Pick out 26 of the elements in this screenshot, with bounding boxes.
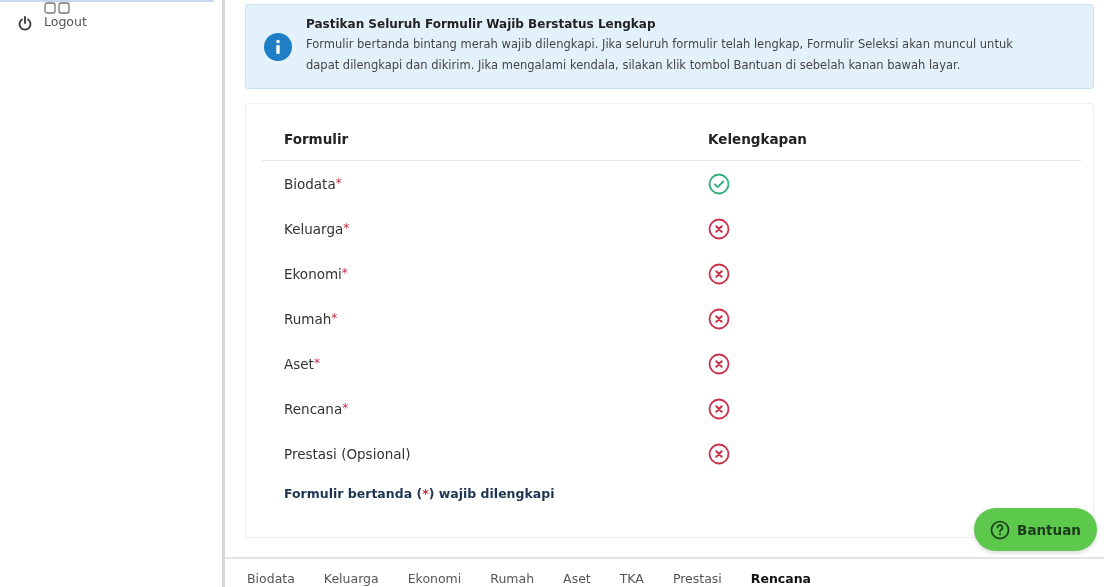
form-name: Rencana$^{*}$ [284,400,350,417]
form-name: Biodata$^{*}$ [284,175,343,192]
form-name: Keluarga$^{*}$ [284,220,351,237]
logout-link[interactable]: Logout [0,2,87,31]
broken-image-icon [44,2,72,14]
notice-text: Formulir bertanda bintang merah wajib dilengkapi. Jika seluruh formulir telah lengkap, Formulir Seleksi akan muncul untuk dapat dilengkapi dan dikirim. Jika mengalami kendala, silakan klik tombol Bantuan di sebelah kanan bawah layar. [306,36,1014,74]
info-icon [264,32,292,61]
form-name: Rumah$^{*}$ [284,310,339,327]
form-name: Aset$^{*}$ [284,355,321,372]
question-icon [990,519,1011,540]
column-header: Formulir [284,131,350,147]
help-button[interactable]: Bantuan [974,508,1097,551]
tab[interactable]: TKA [619,571,644,586]
tab[interactable]: Rumah [490,571,535,586]
form-name: Ekonomi$^{*}$ [284,265,349,282]
footnote: Formulir bertanda (*) wajib dilengkapi [283,485,556,501]
tab[interactable]: Prestasi [672,571,722,586]
tab[interactable]: Biodata [247,571,295,586]
tab[interactable]: Rencana [750,571,812,586]
notice-title: Pastikan Seluruh Formulir Wajib Berstatus Lengkap [306,17,657,31]
tab[interactable]: Ekonomi [407,571,462,586]
tab[interactable]: Aset [563,571,591,586]
form-name: Prestasi (Opsional) [284,445,412,462]
power-icon [18,16,32,31]
column-header: Kelengkapan [708,131,807,147]
tab[interactable]: Keluarga [323,571,379,586]
